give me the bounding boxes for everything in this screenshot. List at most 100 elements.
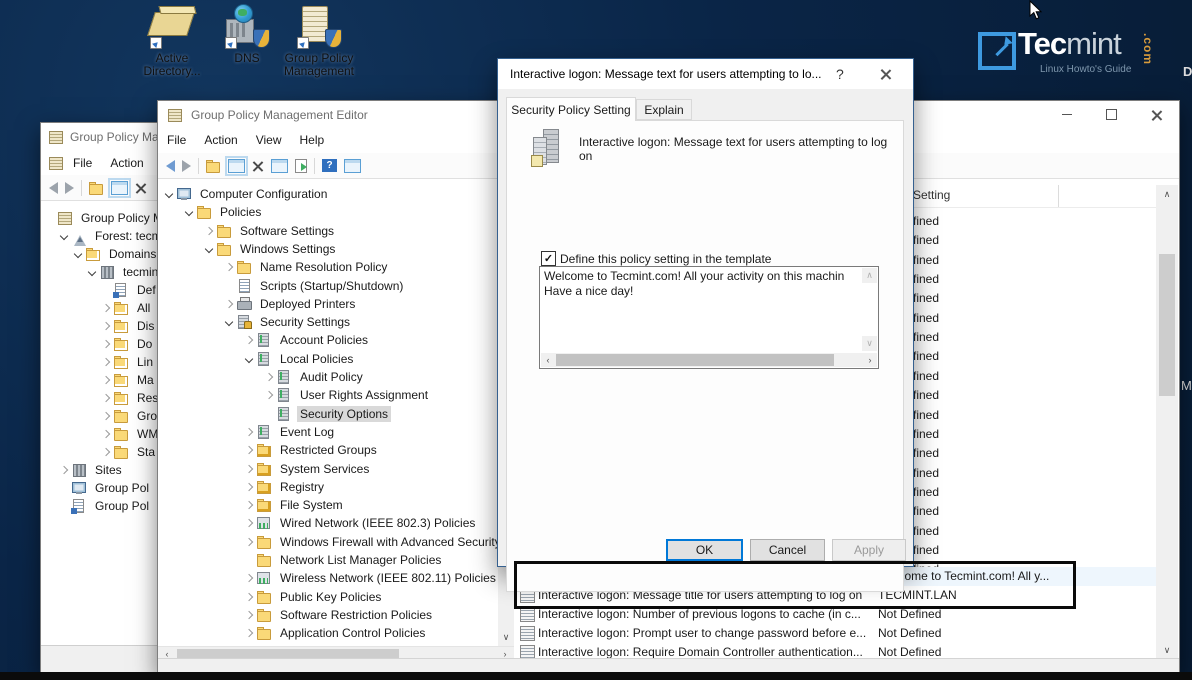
chevron-down-icon[interactable]	[74, 250, 82, 258]
tree-item-do[interactable]: Do	[103, 335, 155, 353]
gpm-titlebar[interactable]: Group Policy Ma	[41, 123, 158, 151]
tree-item-file-system[interactable]: File System	[246, 496, 346, 514]
list-row-clipped[interactable]: fined	[913, 367, 939, 386]
chevron-right-icon[interactable]	[102, 430, 110, 438]
tree-item-res[interactable]: Res	[103, 389, 159, 407]
tree-item-tecmin[interactable]: tecmin	[89, 263, 159, 281]
back-icon[interactable]	[166, 160, 175, 172]
close-button[interactable]	[1134, 101, 1179, 128]
tree-item-computer-configuration[interactable]: Computer Configuration	[166, 185, 330, 203]
up-folder-icon[interactable]	[89, 181, 104, 195]
chevron-right-icon[interactable]	[265, 391, 273, 399]
tree-item-software-restriction-policies[interactable]: Software Restriction Policies	[246, 606, 435, 624]
tree-item-def[interactable]: Def	[103, 281, 159, 299]
scroll-right-icon[interactable]: ›	[863, 353, 877, 367]
scroll-up-icon[interactable]: ∧	[1156, 185, 1178, 203]
chevron-right-icon[interactable]	[245, 428, 253, 436]
menu-file[interactable]: File	[64, 151, 101, 176]
cancel-button[interactable]: Cancel	[750, 539, 825, 561]
tree-item-wired-network-ieee-802-3-policies[interactable]: Wired Network (IEEE 802.3) Policies	[246, 514, 478, 532]
tab-security-policy-setting[interactable]: Security Policy Setting	[506, 97, 636, 121]
ok-button[interactable]: OK	[666, 539, 743, 561]
tree-item-group-policy-mar[interactable]: Group Policy Mar	[47, 209, 159, 227]
chevron-right-icon[interactable]	[245, 519, 253, 527]
chevron-right-icon[interactable]	[245, 501, 253, 509]
list-row-clipped[interactable]: fined	[913, 522, 939, 541]
back-icon[interactable]	[49, 182, 58, 194]
tree-item-windows-firewall-with-advanced-security[interactable]: Windows Firewall with Advanced Security	[246, 533, 504, 551]
tree-item-lin[interactable]: Lin	[103, 353, 156, 371]
chevron-right-icon[interactable]	[102, 358, 110, 366]
chevron-right-icon[interactable]	[245, 611, 253, 619]
chevron-right-icon[interactable]	[225, 300, 233, 308]
list-row-clipped[interactable]: fined	[913, 464, 939, 483]
chevron-right-icon[interactable]	[102, 412, 110, 420]
chevron-right-icon[interactable]	[102, 448, 110, 456]
tree-item-gro[interactable]: Gro	[103, 407, 159, 425]
chevron-down-icon[interactable]	[165, 190, 173, 198]
chevron-right-icon[interactable]	[102, 394, 110, 402]
dialog-help-button[interactable]: ?	[836, 66, 844, 82]
chevron-right-icon[interactable]	[102, 376, 110, 384]
tree-item-event-log[interactable]: Event Log	[246, 423, 337, 441]
desktop-icon-dns[interactable]: DNS	[210, 6, 284, 65]
tree-item-wireless-network-ieee-802-11-policies[interactable]: Wireless Network (IEEE 802.11) Policies	[246, 569, 499, 587]
chevron-right-icon[interactable]	[245, 336, 253, 344]
hscroll-thumb[interactable]	[177, 649, 399, 658]
list-vscrollbar[interactable]: ∧ ∨	[1156, 185, 1178, 659]
tree-item-registry[interactable]: Registry	[246, 478, 327, 496]
tree-item-windows-settings[interactable]: Windows Settings	[206, 240, 338, 258]
tree-item-security-settings[interactable]: Security Settings	[226, 313, 353, 331]
scroll-down-icon[interactable]: ∨	[862, 336, 877, 351]
tree-item-policies[interactable]: Policies	[186, 203, 264, 221]
chevron-right-icon[interactable]	[245, 537, 253, 545]
chevron-right-icon[interactable]	[245, 483, 253, 491]
tree-item-application-control-policies[interactable]: Application Control Policies	[246, 624, 428, 642]
scroll-left-icon[interactable]: ‹	[541, 353, 555, 367]
tree-item-security-options[interactable]: Security Options	[266, 405, 391, 423]
tree-item-group-pol[interactable]: Group Pol	[61, 479, 152, 497]
tree-item-audit-policy[interactable]: Audit Policy	[266, 368, 366, 386]
tree-item-network-list-manager-policies[interactable]: Network List Manager Policies	[246, 551, 444, 569]
list-row-clipped[interactable]: fined	[913, 231, 939, 250]
list-row-clipped[interactable]: fined	[913, 270, 939, 289]
tree-item-wm[interactable]: WM	[103, 425, 159, 443]
desktop-icon-group-policy[interactable]: Group Policy Management	[282, 6, 356, 78]
list-row-clipped[interactable]: fined	[913, 502, 939, 521]
forward-icon[interactable]	[182, 160, 191, 172]
delete-icon[interactable]	[135, 182, 147, 194]
chevron-down-icon[interactable]	[205, 245, 213, 253]
scroll-down-icon[interactable]: ∨	[1156, 641, 1178, 659]
tree-item-local-policies[interactable]: Local Policies	[246, 350, 356, 368]
dialog-titlebar[interactable]: Interactive logon: Message text for user…	[498, 59, 913, 89]
help-icon[interactable]: ?	[322, 159, 337, 172]
list-row-clipped[interactable]: fined	[913, 328, 939, 347]
tab-explain[interactable]: Explain	[636, 99, 692, 120]
list-row-clipped[interactable]: fined	[913, 425, 939, 444]
chevron-right-icon[interactable]	[102, 304, 110, 312]
tree-item-group-pol[interactable]: Group Pol	[61, 497, 152, 515]
list-row-clipped[interactable]: fined	[913, 309, 939, 328]
chevron-right-icon[interactable]	[245, 629, 253, 637]
tree-item-domains[interactable]: Domains	[75, 245, 159, 263]
chevron-right-icon[interactable]	[60, 466, 68, 474]
tree-item-account-policies[interactable]: Account Policies	[246, 331, 371, 349]
tree-item-forest-tecmin[interactable]: Forest: tecmin	[61, 227, 159, 245]
tree-item-sta[interactable]: Sta	[103, 443, 158, 461]
list-row-clipped[interactable]: fined	[913, 212, 939, 231]
chevron-down-icon[interactable]	[88, 268, 96, 276]
scroll-down-icon[interactable]: ∨	[498, 629, 514, 646]
chevron-down-icon[interactable]	[245, 354, 253, 362]
tree-item-dis[interactable]: Dis	[103, 317, 157, 335]
chevron-right-icon[interactable]	[265, 373, 273, 381]
gpm-tree-pane[interactable]: Group Policy MarForest: tecminDomainstec…	[41, 201, 158, 646]
delete-icon[interactable]	[252, 160, 264, 172]
gpme-tree-pane[interactable]: Computer ConfigurationPoliciesSoftware S…	[158, 179, 515, 646]
list-row-clipped[interactable]: fined	[913, 444, 939, 463]
list-row-clipped[interactable]: fined	[913, 289, 939, 308]
list-row-interactive-logon-number-of-previous-log[interactable]: Interactive logon: Number of previous lo…	[514, 605, 1156, 624]
list-row-interactive-logon-prompt-user-to-change-[interactable]: Interactive logon: Prompt user to change…	[514, 624, 1156, 643]
textarea-hscrollbar[interactable]: ‹ ›	[541, 353, 877, 367]
tree-item-name-resolution-policy[interactable]: Name Resolution Policy	[226, 258, 390, 276]
list-row-interactive-logon-require-domain-control[interactable]: Interactive logon: Require Domain Contro…	[514, 643, 1156, 659]
